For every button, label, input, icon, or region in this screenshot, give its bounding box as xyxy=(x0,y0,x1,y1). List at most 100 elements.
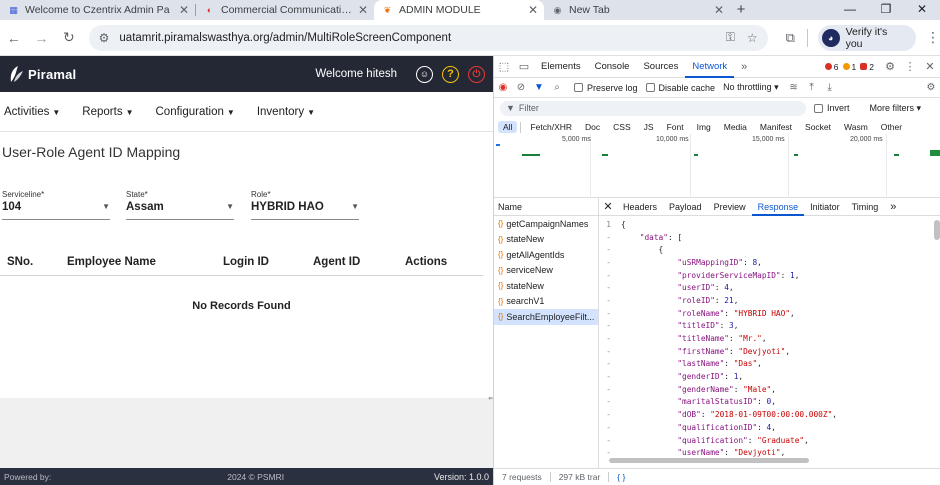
filter-img[interactable]: Img xyxy=(692,121,716,133)
filter-js[interactable]: JS xyxy=(639,121,659,133)
request-name: searchV1 xyxy=(506,296,545,307)
record-stop-icon[interactable]: ◉ xyxy=(494,82,512,93)
clear-icon[interactable]: ⊘ xyxy=(512,82,530,93)
close-tab-icon[interactable]: ✕ xyxy=(528,3,538,17)
menu-inventory[interactable]: Inventory ▼ xyxy=(257,106,315,118)
tab-sources[interactable]: Sources xyxy=(636,56,685,78)
request-row-selected[interactable]: {} SearchEmployeeFilt... xyxy=(494,309,598,325)
url-text[interactable]: uatamrit.piramalswasthya.org/admin/Multi… xyxy=(119,32,713,44)
search-icon[interactable]: ⌕ xyxy=(548,82,566,93)
preserve-log-checkbox[interactable] xyxy=(574,83,583,92)
detail-tab-payload[interactable]: Payload xyxy=(663,198,708,216)
warning-count-badge[interactable]: 1 xyxy=(842,62,856,72)
back-arrow-icon[interactable]: ← xyxy=(0,30,28,46)
filter-socket[interactable]: Socket xyxy=(800,121,836,133)
forward-arrow-icon[interactable]: → xyxy=(28,30,56,46)
request-row[interactable]: {} stateNew xyxy=(494,278,598,294)
filter-fetch-xhr[interactable]: Fetch/XHR xyxy=(525,121,577,133)
export-har-icon[interactable]: ⤓ xyxy=(821,82,839,93)
detail-tab-timing[interactable]: Timing xyxy=(846,198,885,216)
line-text: "genderID": 1, xyxy=(677,372,744,382)
bookmark-star-icon[interactable]: ☆ xyxy=(747,31,758,45)
close-devtools-icon[interactable]: ✕ xyxy=(920,60,940,73)
key-icon[interactable]: ⚿ xyxy=(726,30,735,45)
disable-cache-checkbox[interactable] xyxy=(645,83,655,92)
menu-activities[interactable]: Activities ▼ xyxy=(4,106,60,118)
field-value: 104 xyxy=(2,201,22,213)
vertical-scrollbar[interactable] xyxy=(934,220,940,240)
network-conditions-wifi-icon[interactable]: ≋ xyxy=(785,82,803,93)
timeline-request-bar xyxy=(522,154,540,156)
detail-tab-headers[interactable]: Headers xyxy=(617,198,663,216)
error-count-badge[interactable]: 6 xyxy=(824,62,839,72)
serviceline-select[interactable]: Serviceline* 104 ▼ xyxy=(2,190,110,220)
throttling-select[interactable]: No throttling ▾ xyxy=(723,82,779,93)
filter-media[interactable]: Media xyxy=(719,121,752,133)
import-har-icon[interactable]: ⤒ xyxy=(803,82,821,93)
detail-tab-preview[interactable]: Preview xyxy=(708,198,752,216)
close-tab-icon[interactable]: ✕ xyxy=(714,3,724,17)
filter-all[interactable]: All xyxy=(498,121,518,133)
request-row[interactable]: {} getCampaignNames xyxy=(494,216,598,232)
inspect-element-icon[interactable]: ⬚ xyxy=(494,60,514,73)
menu-reports[interactable]: Reports ▼ xyxy=(82,106,133,118)
logout-power-icon[interactable]: ⏻ xyxy=(468,65,485,83)
devtools-menu-icon[interactable]: ⋮ xyxy=(900,60,920,73)
minimize-icon[interactable]: — xyxy=(832,0,868,20)
filter-other[interactable]: Other xyxy=(876,121,907,133)
browser-tab-admin-module[interactable]: ❦ ADMIN MODULE ✕ xyxy=(374,0,544,20)
verify-profile-button[interactable]: ◕ Verify it's you xyxy=(817,24,917,51)
issues-count-badge[interactable]: 2 xyxy=(860,62,874,72)
close-detail-icon[interactable]: ✕ xyxy=(599,200,617,213)
new-tab-plus-icon[interactable]: + xyxy=(730,0,752,20)
line-text: "qualificationID": 4, xyxy=(677,422,776,432)
filter-wasm[interactable]: Wasm xyxy=(839,121,873,133)
tab-network[interactable]: Network xyxy=(685,56,735,78)
browser-menu-icon[interactable]: ⋮ xyxy=(926,29,940,46)
more-filters-dropdown[interactable]: More filters ▾ xyxy=(870,103,922,114)
browser-tab-czentrix[interactable]: ▦ Welcome to Czentrix Admin Pa ✕ xyxy=(0,0,195,20)
device-toolbar-icon[interactable]: ▭ xyxy=(514,60,534,73)
panel-resize-handle-icon[interactable]: ⇔ xyxy=(486,390,493,404)
invert-checkbox[interactable] xyxy=(814,103,823,113)
filter-css[interactable]: CSS xyxy=(608,121,635,133)
role-select[interactable]: Role* HYBRID HAO ▼ xyxy=(251,190,359,220)
request-row[interactable]: {} searchV1 xyxy=(494,294,598,310)
site-info-icon[interactable]: ⚙ xyxy=(99,31,110,45)
settings-gear-icon[interactable]: ⚙ xyxy=(880,60,900,73)
request-row[interactable]: {} serviceNew xyxy=(494,263,598,279)
detail-tab-initiator[interactable]: Initiator xyxy=(804,198,846,216)
request-row[interactable]: {} getAllAgentIds xyxy=(494,247,598,263)
network-timeline[interactable]: 5,000 ms 10,000 ms 15,000 ms 20,000 ms xyxy=(494,134,940,198)
more-tabs-chevron-icon[interactable]: » xyxy=(734,61,754,73)
name-column-header[interactable]: Name xyxy=(494,198,598,216)
request-name: stateNew xyxy=(506,280,544,291)
tab-console[interactable]: Console xyxy=(588,56,637,78)
extensions-puzzle-icon[interactable]: ⧉ xyxy=(786,30,795,46)
network-settings-gear-icon[interactable]: ⚙ xyxy=(922,82,940,93)
state-select[interactable]: State* Assam ▼ xyxy=(126,190,234,220)
filter-doc[interactable]: Doc xyxy=(580,121,605,133)
more-detail-tabs-icon[interactable]: » xyxy=(884,201,902,213)
response-body[interactable]: 1{- "data": [- {- "uSRMappingID": 8, - "p… xyxy=(599,218,940,458)
restore-icon[interactable]: ❐ xyxy=(868,0,904,20)
tab-elements[interactable]: Elements xyxy=(534,56,588,78)
browser-tab-new-tab[interactable]: ◉ New Tab ✕ xyxy=(544,0,730,20)
filter-font[interactable]: Font xyxy=(662,121,689,133)
reload-icon[interactable]: ↻ xyxy=(55,29,83,46)
address-bar[interactable]: ⚙ uatamrit.piramalswasthya.org/admin/Mul… xyxy=(88,24,768,51)
request-row[interactable]: {} stateNew xyxy=(494,232,598,248)
close-tab-icon[interactable]: ✕ xyxy=(358,3,368,17)
help-icon[interactable]: ? xyxy=(442,65,459,83)
close-tab-icon[interactable]: ✕ xyxy=(179,3,189,17)
filter-manifest[interactable]: Manifest xyxy=(755,121,797,133)
horizontal-scrollbar[interactable] xyxy=(609,458,809,463)
detail-tab-response[interactable]: Response xyxy=(751,198,805,216)
user-profile-icon[interactable]: ☺ xyxy=(416,65,433,83)
menu-configuration[interactable]: Configuration ▼ xyxy=(156,106,235,118)
close-window-icon[interactable]: ✕ xyxy=(904,0,940,20)
pretty-print-braces-icon[interactable]: { } xyxy=(617,472,625,482)
browser-tab-commercial[interactable]: ◐ Commercial Communication Pl ✕ xyxy=(196,0,374,20)
filter-funnel-icon[interactable]: ▼ xyxy=(530,82,548,93)
filter-input[interactable]: ▼ Filter xyxy=(500,100,806,116)
